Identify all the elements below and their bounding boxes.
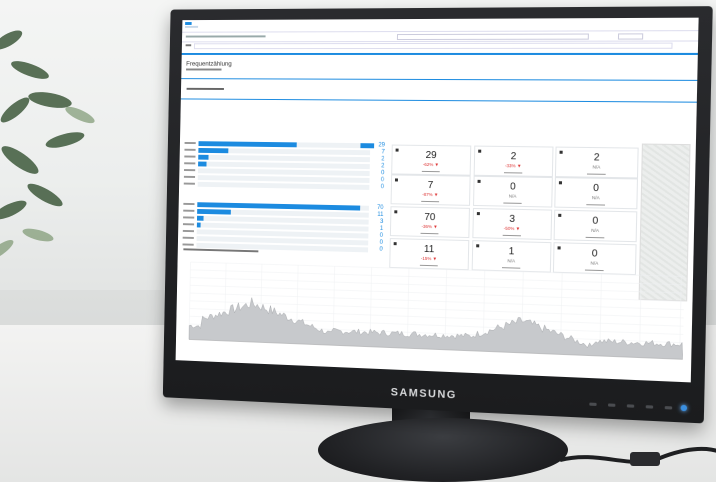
kpi-value: 1: [508, 246, 515, 258]
kpi-card[interactable]: 29 -62% ▼: [391, 144, 472, 176]
monitor-stand-base: [318, 418, 568, 482]
bar[interactable]: [197, 208, 231, 215]
kpi-subtitle: [555, 202, 636, 208]
kpi-delta: N/A: [592, 164, 601, 170]
app-logo: [185, 22, 200, 29]
filter-bar: [182, 42, 698, 50]
kpi-value: 0: [591, 248, 598, 260]
monitor-screen: Frequentzählung 29 7 2 2 0 0 0 70 11 3 1 0 0 0 29 -62…: [175, 17, 699, 383]
bar-label: [183, 182, 195, 185]
kpi-subtitle: [555, 234, 636, 240]
bar-label: [184, 148, 196, 151]
kpi-value: 0: [509, 181, 516, 193]
bar-value: 0: [380, 184, 385, 191]
kpi-value: 29: [425, 149, 437, 162]
bar-group-2-values: 70 11 3 1 0 0 0: [373, 205, 384, 254]
kpi-subtitle: [473, 232, 550, 238]
bar-label: [183, 202, 195, 206]
bar-label: [183, 216, 195, 219]
power-led: [680, 404, 688, 412]
divider: [181, 78, 698, 81]
kpi-value: 3: [509, 213, 516, 226]
kpi-value: 7: [427, 179, 434, 192]
bar-track: [197, 181, 370, 190]
section-note: [186, 87, 224, 90]
bar[interactable]: [198, 154, 209, 160]
kpi-card[interactable]: 2 N/A: [554, 146, 639, 179]
kpi-subtitle: [474, 200, 551, 206]
page-date-range: [186, 68, 698, 73]
bar-label: [182, 243, 194, 246]
bar[interactable]: [198, 147, 229, 154]
bar-group-2: [182, 201, 373, 254]
kpi-delta: -62% ▼: [422, 161, 440, 168]
date-picker[interactable]: [617, 33, 644, 40]
bar-label: [183, 175, 196, 178]
kpi-value: 0: [592, 182, 600, 195]
kpi-value: 11: [423, 243, 435, 256]
bar-highlight: [360, 143, 375, 149]
nav-bar: [181, 30, 699, 43]
bar-label: [184, 162, 196, 165]
kpi-value: 2: [510, 151, 517, 163]
kpi-delta: N/A: [591, 195, 600, 201]
kpi-subtitle: [392, 198, 470, 204]
page-title: Frequentzählung: [186, 60, 232, 68]
bar-label: [184, 155, 196, 158]
gridline: [190, 270, 684, 285]
breadcrumb[interactable]: [185, 35, 266, 38]
kpi-card[interactable]: 7 -87% ▼: [390, 174, 471, 206]
search-input[interactable]: [396, 33, 589, 41]
kpi-delta: -36% ▼: [421, 223, 438, 230]
plant-leaves: [0, 30, 95, 261]
kpi-delta: N/A: [508, 193, 517, 199]
kpi-delta: -50% ▼: [503, 225, 521, 232]
gridline: [190, 278, 684, 294]
monitor: Frequentzählung 29 7 2 2 0 0 0 70 11 3 1 0 0 0 29 -62…: [162, 6, 713, 424]
bar-label: [182, 236, 194, 239]
kpi-card[interactable]: 0 N/A: [473, 175, 553, 208]
divider: [180, 98, 697, 103]
filter-label: [185, 44, 192, 47]
bar-group-1: [183, 140, 375, 191]
bar-label: [182, 229, 194, 233]
bar-label: [182, 223, 195, 226]
kpi-subtitle: [392, 168, 470, 173]
bar[interactable]: [196, 222, 201, 228]
kpi-subtitle: [475, 170, 552, 175]
kpi-delta: -33% ▼: [504, 163, 522, 169]
bar-label: [184, 141, 196, 145]
timeseries-chart: [181, 254, 684, 372]
kpi-card[interactable]: 2 -33% ▼: [473, 145, 554, 178]
bar-value: 0: [379, 246, 383, 253]
kpi-card[interactable]: 70 -36% ▼: [389, 206, 470, 239]
bar-label: [184, 169, 196, 172]
bar[interactable]: [196, 215, 204, 221]
kpi-subtitle: [391, 230, 469, 236]
kpi-value: 70: [424, 211, 436, 224]
cable: [560, 446, 716, 466]
bar-label: [183, 209, 195, 212]
bar-group-1-values: 29 7 2 2 0 0 0: [374, 142, 385, 191]
filter-input[interactable]: [193, 42, 673, 50]
kpi-delta: -87% ▼: [422, 191, 439, 198]
kpi-subtitle: [556, 171, 637, 176]
kpi-value: 0: [592, 215, 599, 227]
kpi-card[interactable]: 0 N/A: [554, 177, 639, 210]
kpi-delta: N/A: [591, 227, 600, 234]
kpi-value: 2: [593, 152, 600, 164]
kpi-card[interactable]: 0 N/A: [553, 209, 638, 243]
kpi-card[interactable]: 3 -50% ▼: [472, 207, 553, 241]
gridline: [190, 285, 684, 301]
bar[interactable]: [198, 161, 207, 167]
divider: [181, 52, 698, 55]
timeseries-area: [189, 296, 684, 360]
